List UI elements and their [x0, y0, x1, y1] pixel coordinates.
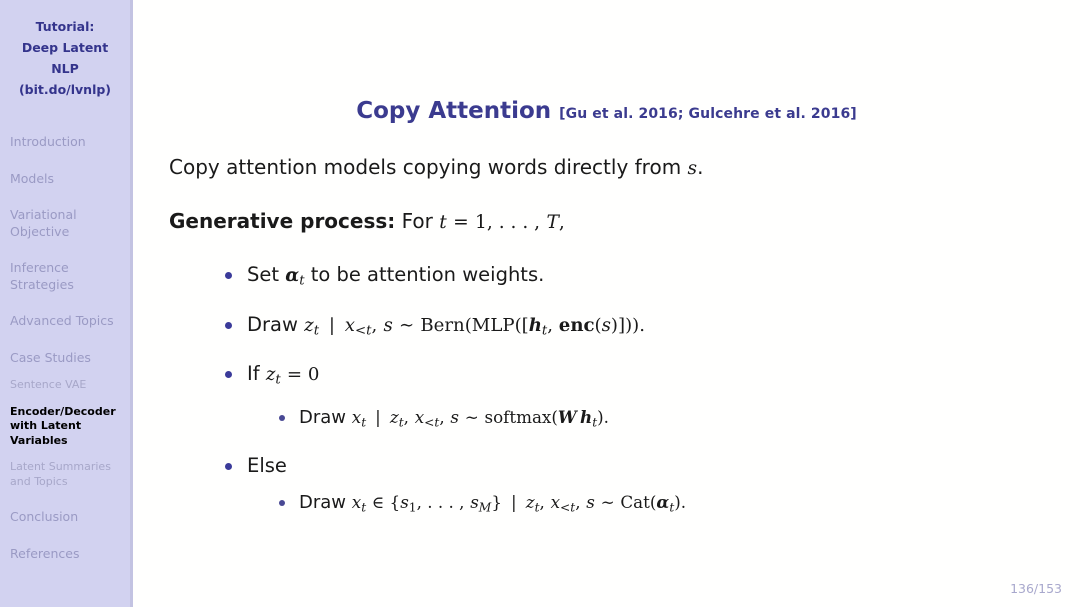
slide-body: Copy attention models copying words dire…: [133, 154, 1080, 519]
sidebar-item-inference-strategies[interactable]: Inference Strategies: [10, 260, 130, 293]
slide-title-text: Copy Attention: [356, 98, 552, 124]
list-item-draw-x-softmax: Draw xt | zt, x<t, s ∼ softmax(W ht).: [279, 406, 1080, 434]
sidebar-item-introduction[interactable]: Introduction: [10, 134, 130, 151]
list-item-draw-z: Draw zt | x<t, s ∼ Bern(MLP([ht, enc(s)]…: [225, 312, 1080, 344]
generative-steps-list: Set αt to be attention weights. Draw zt …: [225, 262, 1080, 519]
sidebar-item-models[interactable]: Models: [10, 171, 130, 188]
list-item-if-branch: If zt = 0 Draw xt | zt, x<t, s ∼ softmax…: [225, 361, 1080, 434]
list-item-else-branch: Else Draw xt ∈ {s1, . . . , sM} | zt, x<…: [225, 453, 1080, 519]
list-item-draw-x-cat: Draw xt ∈ {s1, . . . , sM} | zt, x<t, s …: [279, 491, 1080, 519]
sidebar-item-case-studies[interactable]: Case Studies: [10, 350, 130, 367]
sidebar-nav: Introduction Models Variational Objectiv…: [0, 134, 130, 562]
sidebar: Tutorial: Deep Latent NLP (bit.do/lvnlp)…: [0, 0, 133, 607]
sidebar-title-line-1: Tutorial:: [35, 19, 95, 34]
sidebar-group-case-studies: Case Studies Sentence VAE Encoder/Decode…: [10, 350, 130, 490]
slide-title: Copy Attention [Gu et al. 2016; Gulcehre…: [133, 98, 1080, 124]
else-branch-sublist: Draw xt ∈ {s1, . . . , sM} | zt, x<t, s …: [279, 491, 1080, 519]
intro-paragraph: Copy attention models copying words dire…: [169, 155, 704, 179]
sidebar-item-latent-summaries-and-topics[interactable]: Latent Summaries and Topics: [10, 460, 130, 489]
sidebar-title-line-3: (bit.do/lvnlp): [18, 82, 112, 97]
sidebar-item-references[interactable]: References: [10, 546, 130, 563]
sidebar-title: Tutorial: Deep Latent NLP (bit.do/lvnlp): [0, 16, 130, 100]
slide-title-citation: [Gu et al. 2016; Gulcehre et al. 2016]: [559, 106, 857, 122]
generative-process-label: Generative process:: [169, 209, 396, 233]
sidebar-item-encoder-decoder-with-latent-variables[interactable]: Encoder/Decoder with Latent Variables: [10, 405, 130, 449]
sidebar-item-variational-objective[interactable]: Variational Objective: [10, 207, 130, 240]
sidebar-item-sentence-vae[interactable]: Sentence VAE: [10, 378, 130, 393]
sidebar-item-advanced-topics[interactable]: Advanced Topics: [10, 313, 130, 330]
slide-content: Copy Attention [Gu et al. 2016; Gulcehre…: [133, 0, 1080, 607]
page-number: 136/153: [1010, 581, 1062, 596]
list-item-set-alpha: Set αt to be attention weights.: [225, 262, 1080, 294]
sidebar-item-conclusion[interactable]: Conclusion: [10, 509, 130, 526]
generative-process-line: Generative process: For t = 1, . . . , T…: [169, 209, 565, 233]
sidebar-title-line-2: Deep Latent NLP: [21, 40, 109, 76]
if-branch-sublist: Draw xt | zt, x<t, s ∼ softmax(W ht).: [279, 406, 1080, 434]
